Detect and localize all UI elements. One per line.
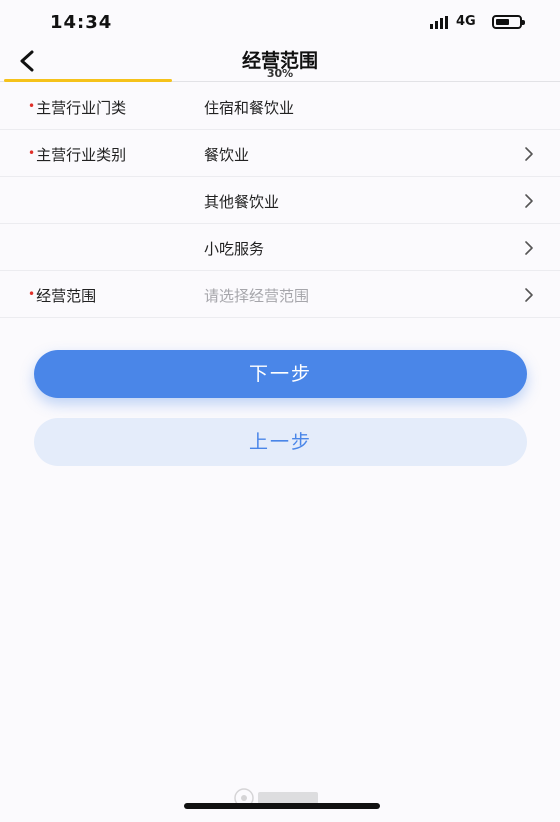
nav-bar: 经营范围 30%: [0, 44, 560, 82]
industry-detail-row[interactable]: 小吃服务: [0, 224, 560, 271]
chevron-right-icon: [524, 146, 534, 162]
row-label: •主营行业类别: [28, 146, 127, 164]
chevron-right-icon: [524, 193, 534, 209]
chevron-right-icon: [524, 240, 534, 256]
business-scope-row[interactable]: •经营范围 请选择经营范围: [0, 271, 560, 318]
required-marker: •: [28, 146, 36, 160]
industry-category-row: •主营行业门类 住宿和餐饮业: [0, 83, 560, 130]
industry-subtype-row[interactable]: 其他餐饮业: [0, 177, 560, 224]
row-label: •经营范围: [28, 287, 97, 305]
battery-icon: [492, 15, 525, 29]
signal-icon: [430, 16, 452, 29]
required-marker: •: [28, 287, 36, 301]
industry-category-value: 住宿和餐饮业: [204, 99, 295, 117]
chevron-right-icon: [524, 287, 534, 303]
industry-subtype-value: 其他餐饮业: [204, 193, 280, 211]
required-marker: •: [28, 99, 36, 113]
industry-type-row[interactable]: •主营行业类别 餐饮业: [0, 130, 560, 177]
screen: 14:34 4G 经营范围 30% •主营行业门类 住宿和餐饮业 •主营行业类别: [0, 0, 560, 822]
row-label: •主营行业门类: [28, 99, 127, 117]
industry-type-value: 餐饮业: [204, 146, 250, 164]
previous-step-button[interactable]: 上一步: [34, 418, 527, 466]
home-indicator[interactable]: [184, 803, 380, 809]
business-scope-placeholder: 请选择经营范围: [204, 287, 310, 305]
next-step-button[interactable]: 下一步: [34, 350, 527, 398]
progress-bar: [4, 79, 172, 82]
form-list: •主营行业门类 住宿和餐饮业 •主营行业类别 餐饮业 其他餐饮业 小吃服务 •经…: [0, 83, 560, 318]
status-bar: 14:34 4G: [0, 0, 560, 44]
industry-detail-value: 小吃服务: [204, 240, 265, 258]
status-time: 14:34: [50, 12, 113, 33]
network-label: 4G: [456, 14, 476, 29]
